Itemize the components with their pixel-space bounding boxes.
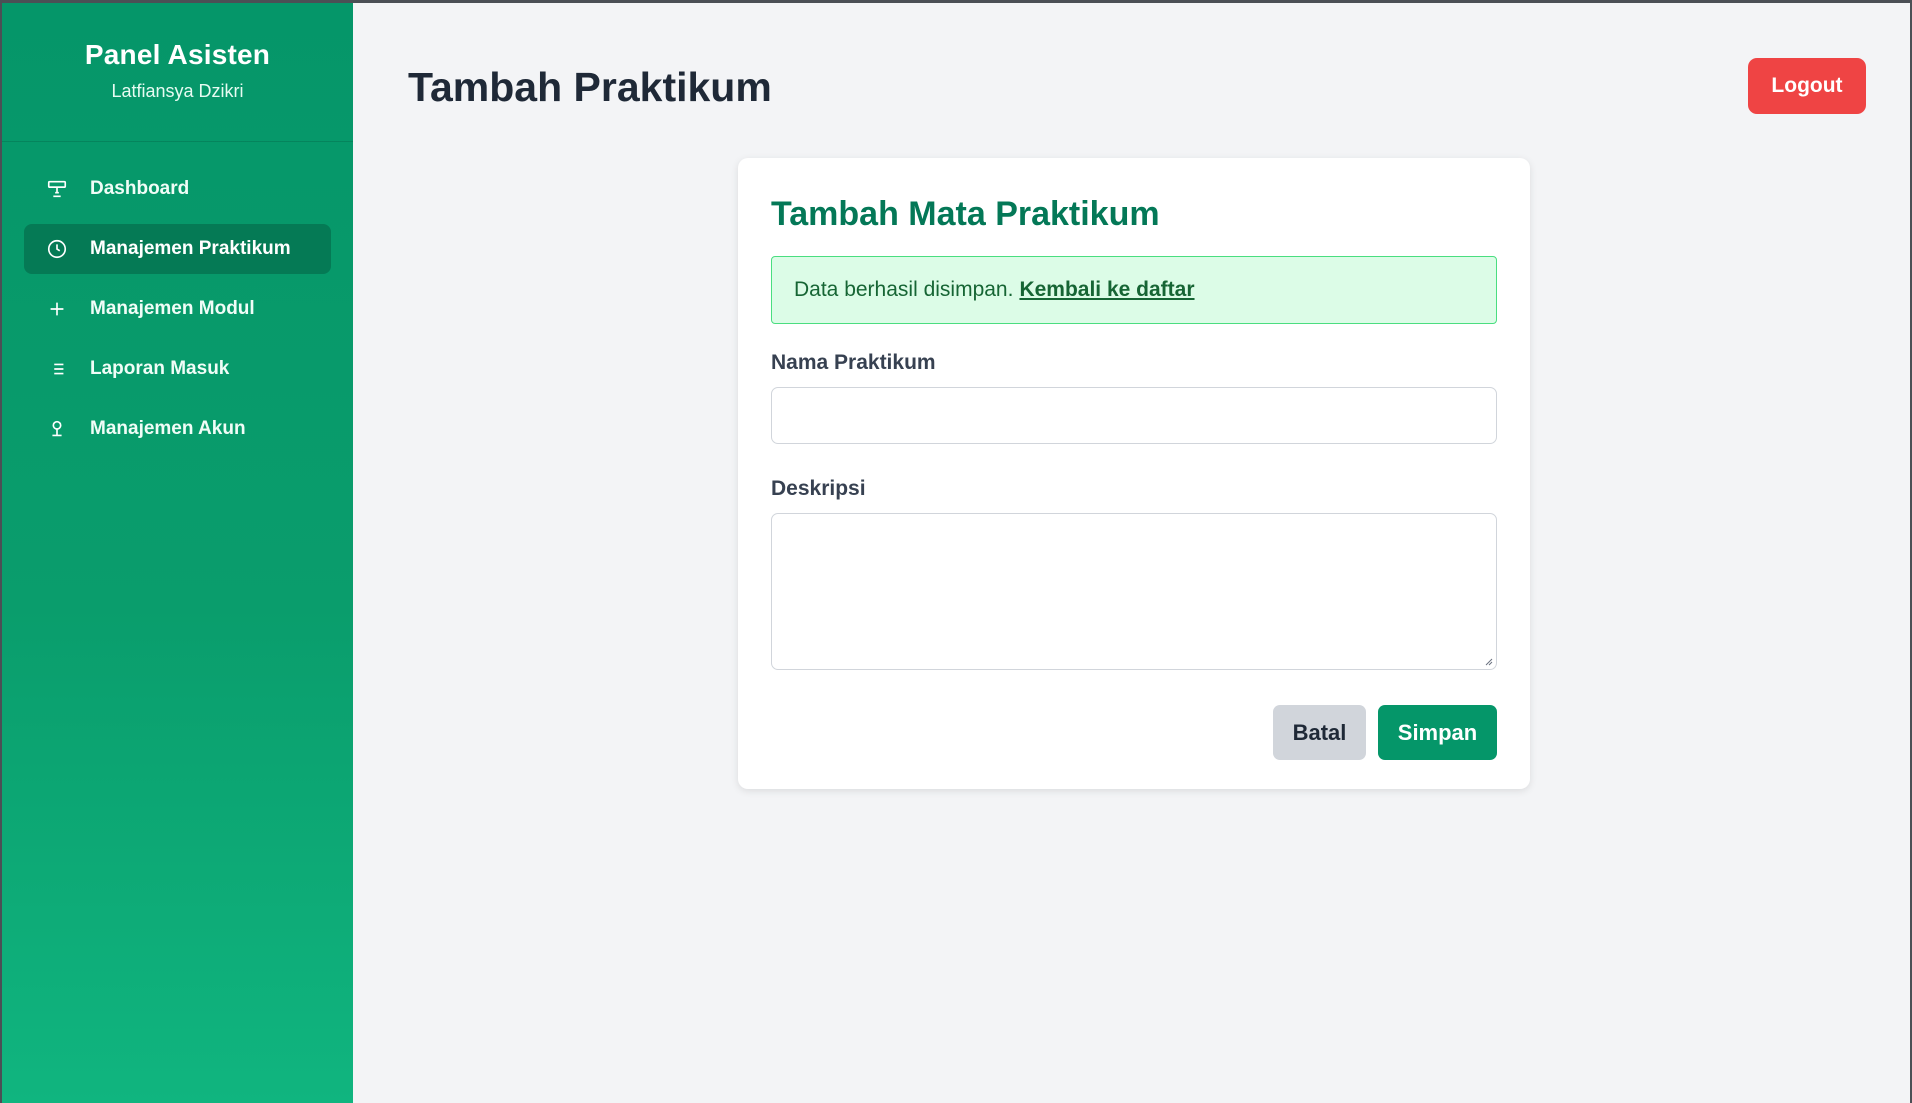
back-to-list-link[interactable]: Kembali ke daftar <box>1019 278 1194 302</box>
form-title: Tambah Mata Praktikum <box>771 195 1160 233</box>
clock-icon <box>46 238 68 260</box>
description-textarea[interactable] <box>771 513 1497 670</box>
name-label: Nama Praktikum <box>771 351 936 374</box>
alert-text: Data berhasil disimpan. <box>794 278 1014 301</box>
sidebar: Panel Asisten Latfiansya Dzikri Dashboar… <box>2 3 353 1103</box>
sidebar-item-label: Manajemen Modul <box>90 298 255 319</box>
logout-button[interactable]: Logout <box>1748 58 1866 114</box>
sidebar-item-label: Laporan Masuk <box>90 358 230 379</box>
sidebar-item-laporan-masuk[interactable]: Laporan Masuk <box>24 344 331 394</box>
plus-icon <box>46 298 68 320</box>
sidebar-username: Latfiansya Dzikri <box>111 81 244 101</box>
main-content: Tambah Praktikum Logout Tambah Mata Prak… <box>353 3 1910 1103</box>
sidebar-nav: Dashboard Manajemen Praktikum Manajemen … <box>2 142 353 454</box>
sidebar-header: Panel Asisten Latfiansya Dzikri <box>2 3 353 142</box>
success-alert: Data berhasil disimpan. Kembali ke dafta… <box>771 256 1497 324</box>
sidebar-item-dashboard[interactable]: Dashboard <box>24 164 331 214</box>
monitor-icon <box>46 178 68 200</box>
resize-handle-icon[interactable] <box>1483 656 1493 666</box>
sidebar-item-label: Manajemen Praktikum <box>90 238 291 259</box>
sidebar-item-label: Dashboard <box>90 178 190 199</box>
form-card: Tambah Mata Praktikum Data berhasil disi… <box>738 158 1530 789</box>
list-icon <box>46 358 68 380</box>
sidebar-item-manajemen-akun[interactable]: Manajemen Akun <box>24 404 331 454</box>
sidebar-item-manajemen-modul[interactable]: Manajemen Modul <box>24 284 331 334</box>
description-label: Deskripsi <box>771 477 866 500</box>
app-window: Panel Asisten Latfiansya Dzikri Dashboar… <box>2 3 1910 1103</box>
sidebar-title: Panel Asisten <box>84 39 271 70</box>
form-actions: Batal Simpan <box>771 705 1497 760</box>
sidebar-item-manajemen-praktikum[interactable]: Manajemen Praktikum <box>24 224 331 274</box>
save-button[interactable]: Simpan <box>1378 705 1497 760</box>
page-title: Tambah Praktikum <box>408 64 772 110</box>
user-icon <box>46 418 68 440</box>
cancel-button[interactable]: Batal <box>1273 705 1366 760</box>
sidebar-item-label: Manajemen Akun <box>90 418 246 439</box>
name-input[interactable] <box>771 387 1497 444</box>
